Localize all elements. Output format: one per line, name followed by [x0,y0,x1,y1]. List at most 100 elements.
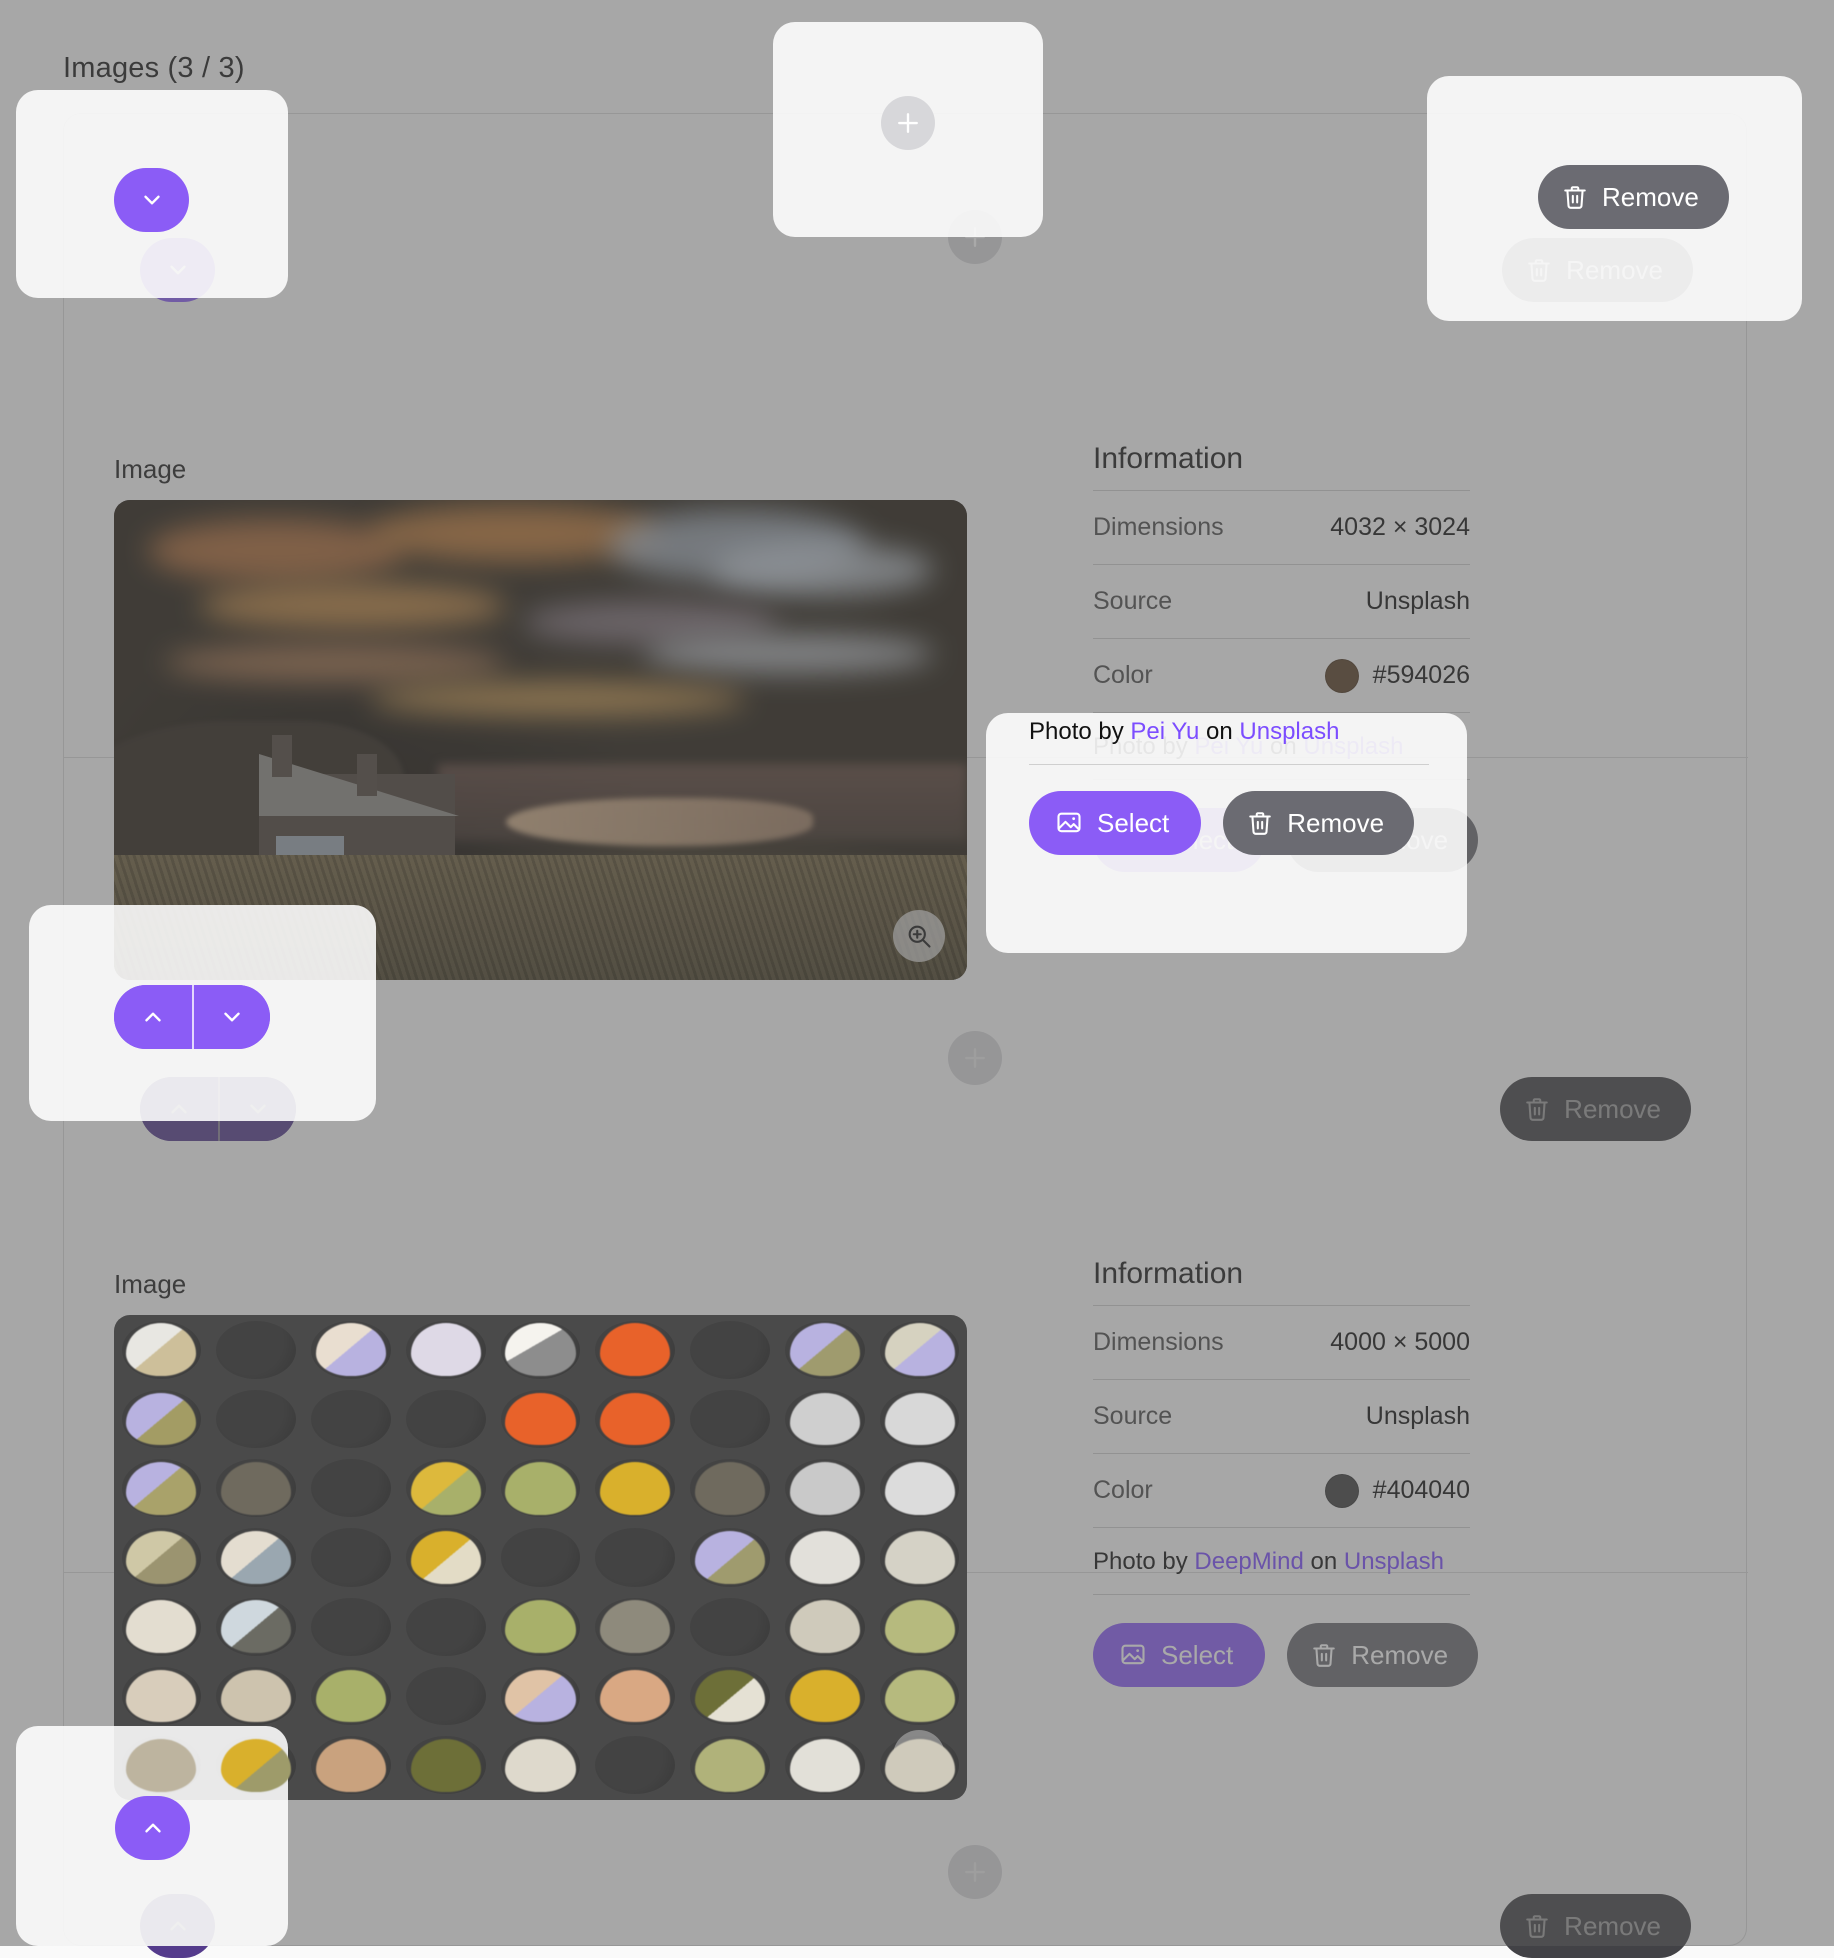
remove-row3-label: Remove [1564,1911,1661,1942]
remove-all-button-highlighted[interactable]: Remove [1538,165,1729,229]
info-row-color: Color #594026 [1093,638,1470,712]
image-thumbnail[interactable] [114,1315,967,1800]
colored-eggs-photo [114,1315,967,1800]
dimensions-value: 4000 × 5000 [1330,1328,1470,1357]
trash-icon [1524,1912,1550,1940]
move-up-button-highlighted-row3[interactable] [115,1796,190,1860]
image-icon [1119,1641,1147,1669]
photo-credit: Photo by DeepMind on Unsplash [1093,1527,1470,1576]
plus-icon [893,108,923,138]
images-list-container: Remove Image [63,113,1747,1946]
color-swatch [1325,1474,1359,1508]
chevron-up-icon [140,1815,166,1841]
trash-icon [1526,256,1552,284]
color-swatch [1325,659,1359,693]
color-value-group: #594026 [1325,659,1470,693]
plus-icon [960,222,990,252]
chevron-down-icon [139,187,165,213]
source-label: Source [1093,1402,1172,1431]
move-down-button-row2[interactable] [218,1077,296,1141]
source-value: Unsplash [1366,587,1470,616]
move-up-button-highlighted[interactable] [114,985,192,1049]
remove-image-button-highlighted[interactable]: Remove [1223,791,1414,855]
information-title: Information [1093,1257,1470,1291]
remove-all-label: Remove [1566,255,1663,286]
chevron-down-icon [165,257,191,283]
image-row: Image [64,1142,1748,1572]
sunset-landscape-photo [114,500,967,980]
chevron-up-icon [166,1096,192,1122]
image-label: Image [114,454,186,485]
chevron-up-icon [140,1004,166,1030]
plus-icon [960,1043,990,1073]
select-label: Select [1097,808,1169,839]
zoom-in-icon [905,922,933,950]
info-row-source: Source Unsplash [1093,1379,1470,1453]
color-hex: #404040 [1373,1476,1470,1505]
collapse-all-button[interactable] [140,238,215,302]
remove-all-button[interactable]: Remove [1502,238,1693,302]
add-image-top-button[interactable] [948,210,1002,264]
remove-image-button[interactable]: Remove [1287,1623,1478,1687]
info-row-color: Color #404040 [1093,1453,1470,1527]
select-image-button[interactable]: Select [1093,1623,1265,1687]
source-value: Unsplash [1366,1402,1470,1431]
remove-row2-button[interactable]: Remove [1500,1077,1691,1141]
dimensions-value: 4032 × 3024 [1330,513,1470,542]
collapse-all-button-highlighted[interactable] [114,168,189,232]
image-row: Image [64,327,1748,757]
photo-by-text: Photo by [1029,718,1124,745]
color-label: Color [1093,1476,1153,1505]
color-value-group: #404040 [1325,1474,1470,1508]
color-hex: #594026 [1373,661,1470,690]
color-label: Color [1093,661,1153,690]
remove-row2-label: Remove [1564,1094,1661,1125]
move-up-button-row2[interactable] [140,1077,218,1141]
plus-icon [960,1857,990,1887]
image-thumbnail[interactable] [114,500,967,980]
zoom-image-button[interactable] [893,910,945,962]
remove-label: Remove [1351,1640,1448,1671]
select-label: Select [1161,1640,1233,1671]
select-image-button-highlighted[interactable]: Select [1029,791,1201,855]
on-text: on [1310,1548,1337,1575]
info-row-dimensions: Dimensions 4000 × 5000 [1093,1305,1470,1379]
photo-credit-highlighted: Photo by Pei Yu on Unsplash [1029,718,1429,765]
image-label: Image [114,1269,186,1300]
chevron-up-icon [165,1913,191,1939]
remove-row3-button[interactable]: Remove [1500,1894,1691,1958]
source-label: Source [1093,587,1172,616]
app-root: Images (3 / 3) Remove [0,0,1834,1946]
chevron-down-icon [245,1096,271,1122]
reorder-button-group-highlighted [114,985,270,1049]
image-icon [1055,809,1083,837]
egg-grid [114,1315,967,1800]
page-title: Images (3 / 3) [63,52,245,85]
trash-icon [1247,809,1273,837]
information-title: Information [1093,442,1470,476]
image-information-panel: Information Dimensions 4000 × 5000 Sourc… [1093,1257,1470,1687]
chevron-down-icon [219,1004,245,1030]
author-link[interactable]: DeepMind [1194,1548,1303,1575]
info-row-dimensions: Dimensions 4032 × 3024 [1093,490,1470,564]
image-actions: Select Remove [1093,1594,1470,1687]
remove-all-label-highlighted: Remove [1602,182,1699,213]
dimensions-label: Dimensions [1093,1328,1224,1357]
reorder-button-group-row2 [140,1077,296,1141]
add-image-middle-button[interactable] [948,1031,1002,1085]
author-link[interactable]: Pei Yu [1130,718,1199,745]
move-down-button-highlighted[interactable] [192,985,270,1049]
platform-link[interactable]: Unsplash [1239,718,1339,745]
photo-by-text: Photo by [1093,1548,1188,1575]
trash-icon [1524,1095,1550,1123]
platform-link[interactable]: Unsplash [1344,1548,1444,1575]
trash-icon [1562,183,1588,211]
trash-icon [1311,1641,1337,1669]
add-image-top-button-highlighted[interactable] [881,96,935,150]
move-up-button-row3[interactable] [140,1894,215,1958]
dimensions-label: Dimensions [1093,513,1224,542]
remove-label: Remove [1287,808,1384,839]
info-row-source: Source Unsplash [1093,564,1470,638]
on-text: on [1206,718,1233,745]
add-image-bottom-button[interactable] [948,1845,1002,1899]
